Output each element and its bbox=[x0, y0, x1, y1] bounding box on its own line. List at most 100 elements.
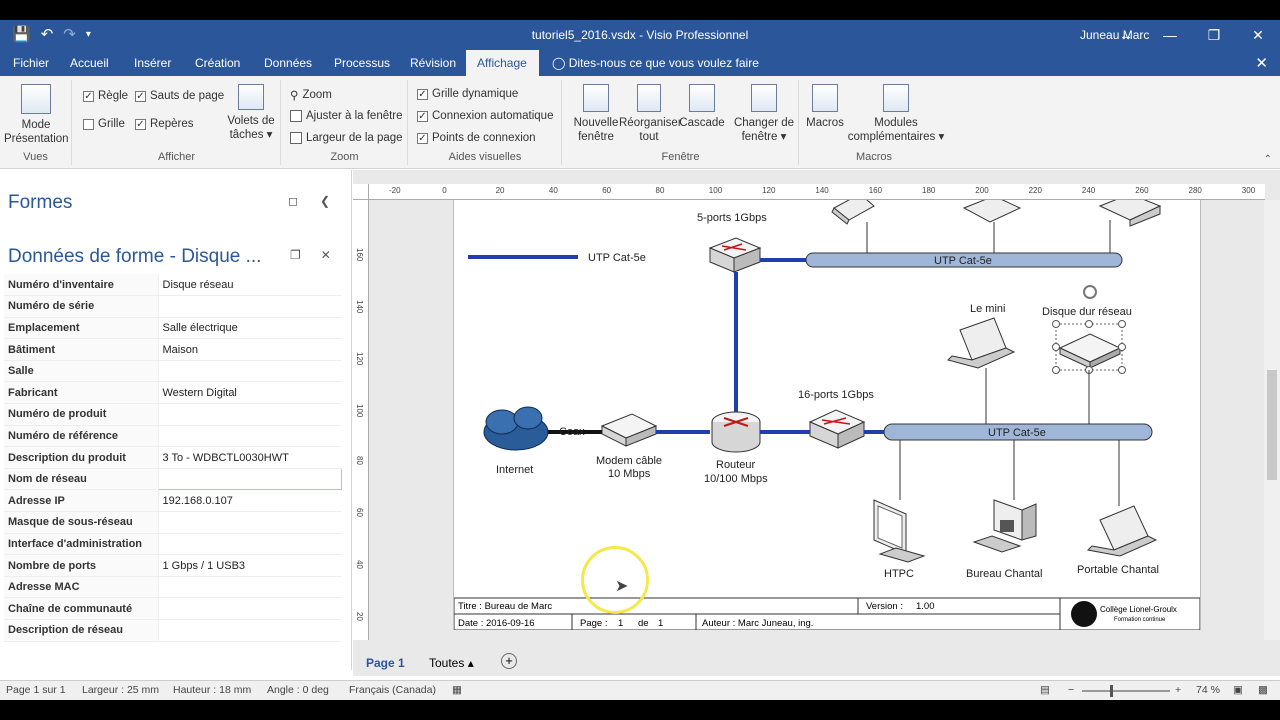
zoom-level[interactable]: 74 % bbox=[1196, 684, 1220, 696]
restore-icon[interactable]: ❐ bbox=[1192, 20, 1236, 50]
tab-inserer[interactable]: Insérer bbox=[123, 50, 182, 76]
close-icon[interactable]: ✕ bbox=[1255, 54, 1268, 72]
tab-fichier[interactable]: Fichier bbox=[2, 50, 60, 76]
monitor-icon[interactable] bbox=[873, 499, 926, 563]
shape-data-value[interactable]: Salle électrique bbox=[158, 317, 342, 340]
laptop-icon[interactable] bbox=[831, 200, 875, 225]
scroll-thumb[interactable] bbox=[1267, 370, 1277, 480]
shape-data-value[interactable]: 3 To - WDBCTL0030HWT bbox=[158, 446, 342, 469]
zoom-slider[interactable] bbox=[1082, 690, 1170, 692]
modem-icon[interactable] bbox=[600, 413, 658, 447]
ajuster-label: Ajuster à la fenêtre bbox=[306, 110, 403, 122]
tab-accueil[interactable]: Accueil bbox=[59, 50, 120, 76]
shape-data-key: Numéro de produit bbox=[4, 403, 159, 426]
nouvelle-fenetre-button[interactable]: Nouvelle fenêtre bbox=[567, 84, 625, 144]
collapse-pane-icon[interactable]: ❮ bbox=[320, 194, 330, 208]
cascade-icon bbox=[689, 84, 715, 112]
checkbox-regle[interactable]: ✓ Règle bbox=[83, 90, 128, 102]
checkbox-sauts-de-page[interactable]: ✓ Sauts de page bbox=[135, 90, 224, 102]
macros-button[interactable]: Macros bbox=[802, 84, 848, 130]
shape-data-value[interactable] bbox=[158, 619, 342, 642]
shape-data-value[interactable] bbox=[158, 597, 342, 620]
shape-data-value[interactable]: Disque réseau bbox=[158, 274, 342, 297]
presentation-mode-icon[interactable]: ▤ bbox=[1040, 684, 1050, 696]
ruler-tick-label: 60 bbox=[355, 508, 364, 517]
shape-data-value[interactable] bbox=[158, 360, 342, 383]
vertical-scrollbar[interactable] bbox=[1264, 200, 1280, 640]
shape-data-value[interactable]: 1 Gbps / 1 USB3 bbox=[158, 554, 342, 577]
close-icon[interactable]: ✕ bbox=[321, 248, 331, 262]
router-icon[interactable] bbox=[711, 411, 761, 453]
zoom-slider-thumb[interactable] bbox=[1110, 685, 1113, 697]
printer-icon[interactable] bbox=[1098, 200, 1162, 227]
tell-me-box[interactable]: ◯ Dites-nous ce que vous voulez faire bbox=[552, 56, 759, 70]
checkbox-unchecked-icon bbox=[83, 118, 94, 130]
grille-label: Grille bbox=[98, 118, 125, 130]
switch-icon[interactable] bbox=[808, 409, 866, 449]
shape-data-value[interactable]: Maison bbox=[158, 338, 342, 361]
shape-data-title: Données de forme - Disque ... bbox=[8, 246, 262, 267]
checkbox-grille-dynamique[interactable]: ✓ Grille dynamique bbox=[417, 88, 518, 100]
pan-zoom-icon[interactable]: ▩ bbox=[1258, 684, 1268, 696]
shape-data-value[interactable]: 192.168.0.107 bbox=[158, 489, 342, 513]
tab-page-1[interactable]: Page 1 bbox=[366, 656, 405, 670]
tab-donnees[interactable]: Données bbox=[253, 50, 323, 76]
checkbox-reperes[interactable]: ✓ Repères bbox=[135, 118, 193, 130]
zoom-out-icon[interactable]: − bbox=[1068, 684, 1074, 696]
laptop-icon[interactable] bbox=[1086, 505, 1158, 557]
drawing-page[interactable]: UTP Cat-5e 5-ports 1Gbps UTP Cat-5e Le m… bbox=[453, 200, 1201, 630]
shape-data-value[interactable]: Western Digital bbox=[158, 381, 342, 405]
zoom-button[interactable]: ⚲ Zoom bbox=[290, 88, 332, 102]
mode-label: Mode bbox=[21, 119, 51, 131]
shape-data-value[interactable] bbox=[158, 511, 342, 534]
cascade-button[interactable]: Cascade bbox=[677, 84, 727, 130]
ajuster-fenetre-button[interactable]: Ajuster à la fenêtre bbox=[290, 110, 403, 122]
desktop-computer-icon[interactable] bbox=[972, 499, 1037, 553]
collapse-ribbon-icon[interactable]: ⌃ bbox=[1264, 154, 1272, 165]
shape-data-value[interactable] bbox=[157, 467, 342, 491]
mode-presentation-button[interactable]: Mode Présentation bbox=[4, 84, 69, 146]
shape-data-row: Nom de réseau bbox=[4, 467, 342, 491]
shape-data-key: Masque de sous-réseau bbox=[4, 511, 159, 534]
switch-icon[interactable] bbox=[708, 237, 762, 273]
shape-data-value[interactable] bbox=[158, 576, 342, 599]
minimize-icon[interactable]: — bbox=[1148, 20, 1192, 50]
ruler-tick-label: 120 bbox=[762, 186, 776, 195]
checkbox-connexion-auto[interactable]: ✓ Connexion automatique bbox=[417, 110, 553, 122]
shape-data-value[interactable] bbox=[158, 403, 342, 426]
laptop-icon[interactable] bbox=[947, 317, 1016, 369]
add-page-icon[interactable]: + bbox=[501, 653, 517, 669]
volets-taches-button[interactable]: Volets de tâches ▾ bbox=[223, 84, 279, 142]
maximize-pane-icon[interactable]: ◻ bbox=[288, 194, 298, 208]
tab-revision[interactable]: Révision bbox=[399, 50, 467, 76]
laptop-icon[interactable] bbox=[962, 200, 1022, 223]
largeur-page-button[interactable]: Largeur de la page bbox=[290, 132, 403, 144]
tab-creation[interactable]: Création bbox=[184, 50, 251, 76]
reorganiser-button[interactable]: Réorganiser tout bbox=[619, 84, 682, 144]
checkbox-points-connexion[interactable]: ✓ Points de connexion bbox=[417, 132, 536, 144]
tab-toutes[interactable]: Toutes ▴ bbox=[429, 656, 474, 670]
nas-drive-icon[interactable] bbox=[1058, 333, 1122, 369]
checkbox-grille[interactable]: Grille bbox=[83, 118, 125, 130]
zoom-in-icon[interactable]: + bbox=[1175, 684, 1181, 696]
rotate-handle-icon[interactable] bbox=[1083, 285, 1097, 299]
status-page[interactable]: Page 1 sur 1 bbox=[6, 684, 66, 696]
shape-data-value[interactable] bbox=[158, 533, 342, 556]
close-icon[interactable]: ✕ bbox=[1236, 20, 1280, 50]
cloud-icon[interactable] bbox=[483, 406, 549, 451]
shape-data-value[interactable] bbox=[158, 295, 342, 318]
float-pane-icon[interactable]: ❐ bbox=[290, 248, 301, 262]
status-langue[interactable]: Français (Canada) bbox=[349, 684, 436, 696]
ruler-tick-label: 20 bbox=[495, 186, 505, 195]
ribbon-display-options-icon[interactable]: ↔ bbox=[1104, 20, 1148, 50]
regle-label: Règle bbox=[98, 90, 129, 102]
macros-icon bbox=[812, 84, 838, 112]
changer-fenetre-button[interactable]: Changer de fenêtre ▾ bbox=[731, 84, 797, 144]
tab-processus[interactable]: Processus bbox=[323, 50, 401, 76]
macro-record-icon[interactable]: ▦ bbox=[452, 684, 462, 696]
tab-affichage[interactable]: Affichage bbox=[466, 50, 539, 76]
modules-complementaires-button[interactable]: Modules complémentaires ▾ bbox=[846, 84, 946, 144]
shape-data-value[interactable] bbox=[158, 425, 342, 448]
fit-page-icon[interactable]: ▣ bbox=[1233, 684, 1243, 696]
shape-data-key: Nom de réseau bbox=[4, 468, 159, 491]
